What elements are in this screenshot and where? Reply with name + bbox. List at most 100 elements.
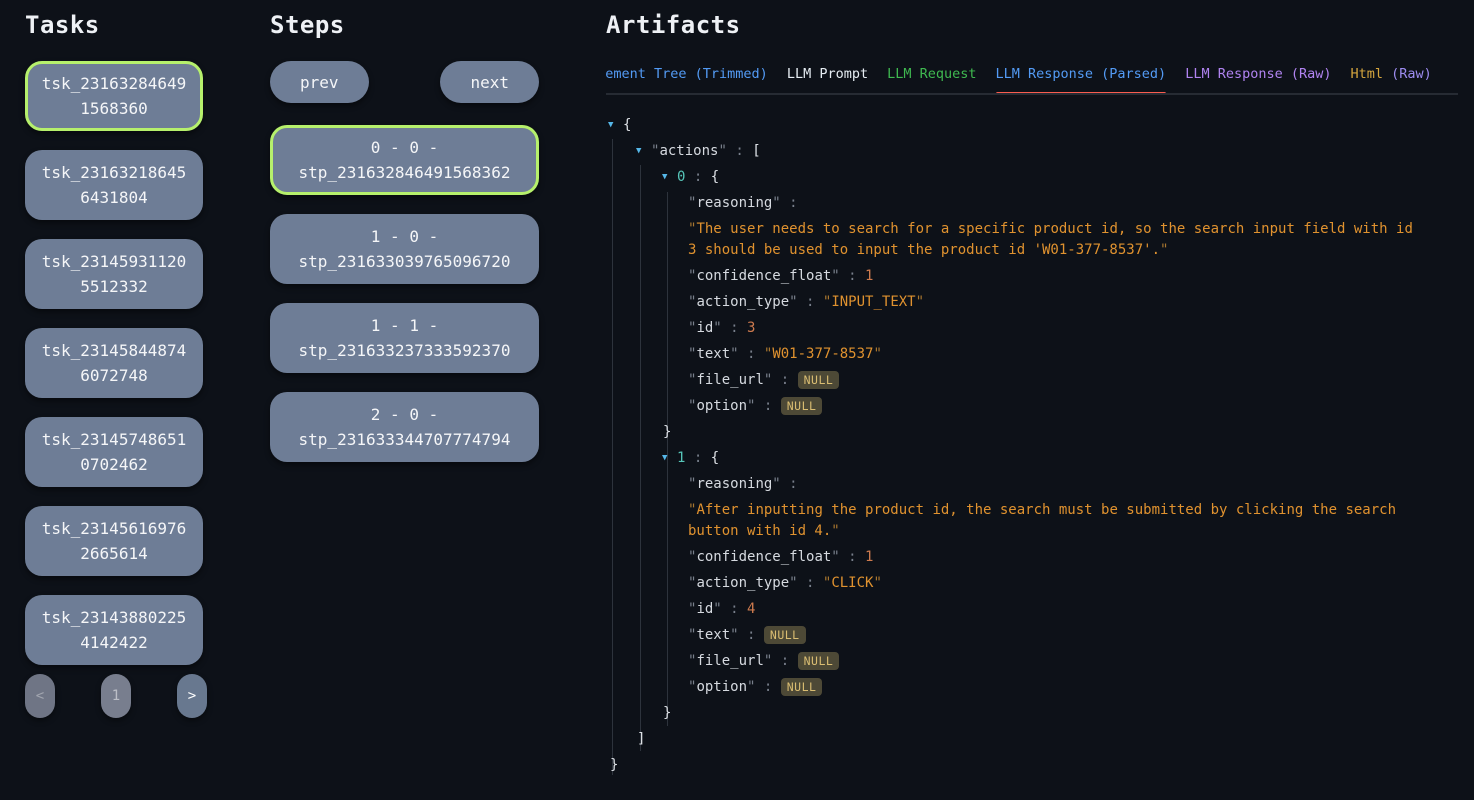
json-line: "reasoning" : bbox=[606, 474, 1458, 495]
json-line: "action_type" : "CLICK" bbox=[606, 573, 1458, 594]
tasks-pagination: < 1 > bbox=[25, 674, 207, 718]
next-page-button[interactable]: > bbox=[177, 674, 207, 718]
null-badge: NULL bbox=[798, 652, 840, 670]
steps-panel: Steps prev next 0 - 0 - stp_231632846491… bbox=[270, 0, 539, 800]
null-badge: NULL bbox=[798, 371, 840, 389]
tab-html-raw[interactable]: Html (Raw) bbox=[1351, 65, 1432, 93]
json-line: ] bbox=[606, 729, 1458, 750]
tab-element-tree-trimmed[interactable]: Element Tree (Trimmed) bbox=[606, 65, 768, 93]
step-list: 0 - 0 - stp_231632846491568362 1 - 0 - st… bbox=[270, 125, 539, 462]
null-badge: NULL bbox=[781, 397, 823, 415]
tab-llm-response-parsed[interactable]: LLM Response (Parsed) bbox=[996, 65, 1167, 93]
json-line: "reasoning" : bbox=[606, 193, 1458, 214]
json-punctuation: { bbox=[623, 117, 631, 133]
step-item[interactable]: 1 - 1 - stp_231633237333592370 bbox=[270, 303, 539, 373]
tab-label-part: (Raw) bbox=[1383, 66, 1432, 82]
json-line: ▼{ bbox=[606, 115, 1458, 136]
json-line: ▼0 : { bbox=[606, 167, 1458, 188]
json-string-value: W01-377-8537 bbox=[772, 346, 873, 362]
json-string-value: CLICK bbox=[831, 575, 873, 591]
task-item[interactable]: tsk_231632846491568360 bbox=[25, 61, 203, 131]
json-key: confidence_float bbox=[696, 268, 831, 284]
json-line: ▼"actions" : [ bbox=[606, 141, 1458, 162]
next-step-button[interactable]: next bbox=[440, 61, 539, 103]
collapse-toggle-icon[interactable]: ▼ bbox=[608, 115, 623, 136]
json-line: ▼1 : { bbox=[606, 448, 1458, 469]
task-item[interactable]: tsk_231459311205512332 bbox=[25, 239, 203, 309]
tab-llm-response-raw[interactable]: LLM Response (Raw) bbox=[1185, 65, 1331, 93]
artifacts-title: Artifacts bbox=[606, 10, 1458, 41]
task-list: tsk_231632846491568360 tsk_23163218645643… bbox=[25, 61, 203, 665]
json-tree-viewer: ▼{▼"actions" : [▼0 : {"reasoning" :"The … bbox=[606, 115, 1458, 776]
json-punctuation: ] bbox=[637, 731, 645, 747]
json-line: "option" : NULL bbox=[606, 677, 1458, 698]
json-punctuation: [ bbox=[752, 143, 760, 159]
json-key: id bbox=[696, 320, 713, 336]
json-line: } bbox=[606, 703, 1458, 724]
json-line: "The user needs to search for a specific… bbox=[606, 219, 1421, 261]
task-item[interactable]: tsk_231438802254142422 bbox=[25, 595, 203, 665]
json-line: "confidence_float" : 1 bbox=[606, 547, 1458, 568]
json-punctuation: { bbox=[711, 450, 719, 466]
json-punctuation: } bbox=[610, 757, 618, 773]
task-item[interactable]: tsk_231632186456431804 bbox=[25, 150, 203, 220]
json-key: option bbox=[696, 398, 747, 414]
json-key: confidence_float bbox=[696, 549, 831, 565]
json-line: } bbox=[606, 755, 1458, 776]
json-line: "option" : NULL bbox=[606, 396, 1458, 417]
tasks-title: Tasks bbox=[25, 10, 203, 41]
task-item[interactable]: tsk_231457486510702462 bbox=[25, 417, 203, 487]
task-item[interactable]: tsk_231456169762665614 bbox=[25, 506, 203, 576]
json-key: reasoning bbox=[696, 195, 772, 211]
json-key: file_url bbox=[696, 653, 763, 669]
json-number-value: 3 bbox=[747, 320, 755, 336]
tab-llm-request[interactable]: LLM Request bbox=[887, 65, 976, 93]
json-line: "id" : 4 bbox=[606, 599, 1458, 620]
json-key: action_type bbox=[696, 575, 789, 591]
json-key: action_type bbox=[696, 294, 789, 310]
prev-page-button[interactable]: < bbox=[25, 674, 55, 718]
steps-title: Steps bbox=[270, 10, 539, 41]
json-punctuation: } bbox=[663, 424, 671, 440]
json-number-value: 1 bbox=[865, 268, 873, 284]
step-item[interactable]: 0 - 0 - stp_231632846491568362 bbox=[270, 125, 539, 195]
collapse-toggle-icon[interactable]: ▼ bbox=[662, 448, 677, 469]
json-line: "confidence_float" : 1 bbox=[606, 266, 1458, 287]
json-key: id bbox=[696, 601, 713, 617]
json-line: "action_type" : "INPUT_TEXT" bbox=[606, 292, 1458, 313]
json-line: "file_url" : NULL bbox=[606, 370, 1458, 391]
artifacts-tab-bar: Element Tree (Trimmed) LLM Prompt LLM Requ… bbox=[606, 65, 1458, 95]
json-string-value: After inputting the product id, the sear… bbox=[688, 502, 1404, 539]
json-punctuation: { bbox=[711, 169, 719, 185]
prev-step-button[interactable]: prev bbox=[270, 61, 369, 103]
collapse-toggle-icon[interactable]: ▼ bbox=[636, 141, 651, 162]
tab-llm-prompt[interactable]: LLM Prompt bbox=[787, 65, 868, 93]
json-line: "file_url" : NULL bbox=[606, 651, 1458, 672]
step-item[interactable]: 1 - 0 - stp_231633039765096720 bbox=[270, 214, 539, 284]
json-line: "text" : NULL bbox=[606, 625, 1458, 646]
current-page-button[interactable]: 1 bbox=[101, 674, 131, 718]
json-key: text bbox=[696, 346, 730, 362]
step-item[interactable]: 2 - 0 - stp_231633344707774794 bbox=[270, 392, 539, 462]
json-key: file_url bbox=[696, 372, 763, 388]
json-line: "text" : "W01-377-8537" bbox=[606, 344, 1458, 365]
json-key: actions bbox=[659, 143, 718, 159]
json-key: reasoning bbox=[696, 476, 772, 492]
step-navigation: prev next bbox=[270, 61, 539, 103]
json-punctuation: } bbox=[663, 705, 671, 721]
json-line: } bbox=[606, 422, 1458, 443]
null-badge: NULL bbox=[781, 678, 823, 696]
tasks-panel: Tasks tsk_231632846491568360 tsk_23163218… bbox=[25, 0, 203, 800]
json-number-value: 1 bbox=[865, 549, 873, 565]
json-number-value: 4 bbox=[747, 601, 755, 617]
json-key: option bbox=[696, 679, 747, 695]
json-string-value: INPUT_TEXT bbox=[831, 294, 915, 310]
task-item[interactable]: tsk_231458448746072748 bbox=[25, 328, 203, 398]
collapse-toggle-icon[interactable]: ▼ bbox=[662, 167, 677, 188]
json-line: "id" : 3 bbox=[606, 318, 1458, 339]
null-badge: NULL bbox=[764, 626, 806, 644]
tab-label-part: Html bbox=[1351, 66, 1384, 82]
json-key: text bbox=[696, 627, 730, 643]
artifacts-panel: Artifacts Element Tree (Trimmed) LLM Prom… bbox=[606, 0, 1458, 800]
json-string-value: The user needs to search for a specific … bbox=[688, 221, 1421, 258]
